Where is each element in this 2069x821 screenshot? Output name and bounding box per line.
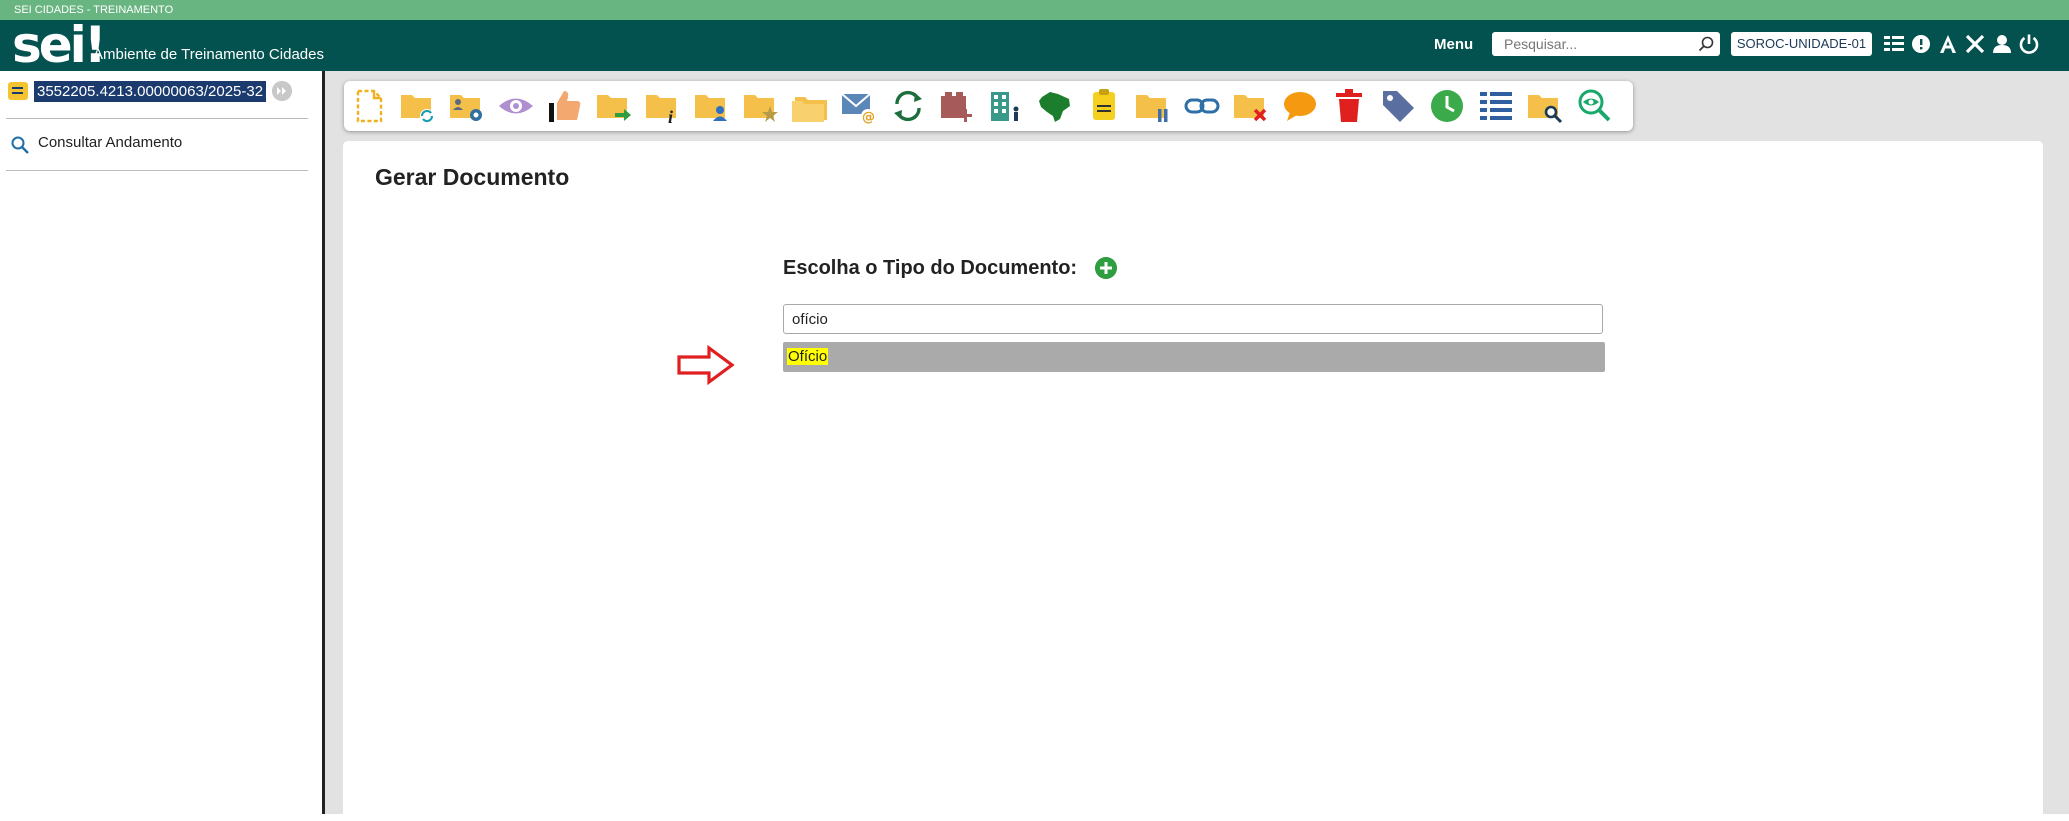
search-input[interactable] bbox=[1504, 32, 1694, 56]
comment-icon[interactable] bbox=[1281, 87, 1319, 125]
clock-icon[interactable] bbox=[1428, 87, 1466, 125]
logo-mark: ! bbox=[83, 16, 107, 74]
list-view-icon[interactable] bbox=[1883, 33, 1905, 55]
assign-process-icon[interactable] bbox=[448, 87, 486, 125]
process-info-icon[interactable]: i bbox=[644, 87, 682, 125]
menu-button[interactable]: Menu bbox=[1434, 36, 1473, 53]
send-email-icon[interactable]: @ bbox=[840, 87, 878, 125]
process-toolbar: i @ bbox=[344, 81, 1633, 131]
folder-icon[interactable] bbox=[791, 87, 829, 125]
tools-icon[interactable] bbox=[1964, 33, 1986, 55]
list-icon[interactable] bbox=[1477, 87, 1515, 125]
magnifier-icon bbox=[11, 136, 29, 154]
gear-badge-icon[interactable] bbox=[1910, 33, 1932, 55]
delete-icon[interactable] bbox=[1330, 87, 1368, 125]
document-type-label: Escolha o Tipo do Documento: bbox=[783, 257, 1078, 279]
note-icon[interactable] bbox=[1085, 87, 1123, 125]
environment-banner: SEI CIDADES - TREINAMENTO bbox=[0, 0, 2069, 20]
add-type-button[interactable] bbox=[1095, 257, 1117, 279]
favorite-folder-icon[interactable] bbox=[742, 87, 780, 125]
sei-logo[interactable]: sei! bbox=[12, 20, 107, 70]
expand-all-icon[interactable] bbox=[272, 81, 292, 101]
add-block-icon[interactable] bbox=[938, 87, 976, 125]
search-box bbox=[1492, 32, 1720, 56]
reopen-process-icon[interactable] bbox=[399, 87, 437, 125]
organization-name: Ambiente de Treinamento Cidades bbox=[93, 46, 324, 63]
process-tree-panel: 3552205.4213.00000063/2025-32 Consultar … bbox=[0, 71, 322, 814]
unit-selector-button[interactable]: SOROC-UNIDADE-01 bbox=[1731, 32, 1872, 56]
assign-user-icon[interactable] bbox=[693, 87, 731, 125]
search-folder-icon[interactable] bbox=[1526, 87, 1564, 125]
arrow-right-icon bbox=[677, 345, 735, 385]
consultar-andamento-label: Consultar Andamento bbox=[38, 134, 183, 151]
thumbs-up-icon[interactable] bbox=[546, 87, 584, 125]
document-type-option[interactable]: Ofício bbox=[783, 342, 1605, 372]
font-size-icon[interactable] bbox=[1937, 33, 1959, 55]
user-icon[interactable] bbox=[1991, 33, 2013, 55]
link-icon[interactable] bbox=[1183, 87, 1221, 125]
document-type-option-label: Ofício bbox=[787, 348, 829, 365]
page-title: Gerar Documento bbox=[375, 164, 570, 190]
remove-folder-icon[interactable] bbox=[1232, 87, 1270, 125]
top-header: sei! Ambiente de Treinamento Cidades Men… bbox=[0, 20, 2069, 71]
document-type-filter-input[interactable] bbox=[783, 304, 1603, 334]
process-number[interactable]: 3552205.4213.00000063/2025-32 bbox=[34, 81, 267, 102]
refresh-icon[interactable] bbox=[889, 87, 927, 125]
brazil-map-icon[interactable] bbox=[1036, 87, 1074, 125]
tag-icon[interactable] bbox=[1379, 87, 1417, 125]
svg-text:i: i bbox=[668, 107, 673, 125]
new-document-icon[interactable] bbox=[350, 87, 388, 125]
environment-label: SEI CIDADES - TREINAMENTO bbox=[14, 4, 174, 16]
process-icon bbox=[8, 82, 28, 100]
content-panel: Gerar Documento Escolha o Tipo do Docume… bbox=[343, 141, 2043, 821]
svg-text:@: @ bbox=[862, 110, 875, 125]
divider bbox=[6, 118, 308, 119]
building-icon[interactable] bbox=[987, 87, 1025, 125]
view-icon[interactable] bbox=[497, 87, 535, 125]
logo-text: sei bbox=[12, 16, 87, 74]
send-process-icon[interactable] bbox=[595, 87, 633, 125]
main-area: i @ Gerar Documento Escolha o Tipo do Do… bbox=[325, 71, 2069, 821]
search-icon[interactable] bbox=[1698, 36, 1714, 52]
divider bbox=[6, 170, 308, 171]
power-icon[interactable] bbox=[2018, 33, 2040, 55]
eye-search-icon[interactable] bbox=[1575, 87, 1613, 125]
pause-folder-icon[interactable] bbox=[1134, 87, 1172, 125]
